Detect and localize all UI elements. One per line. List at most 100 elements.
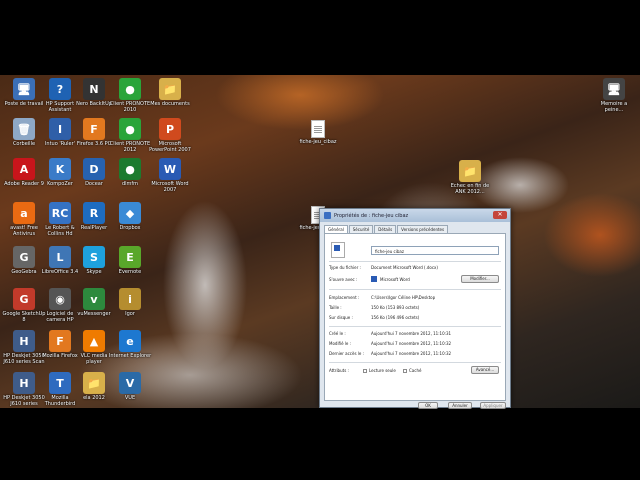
- app-icon: F: [83, 118, 105, 140]
- app-icon: G: [13, 246, 35, 268]
- app-icon: e: [119, 330, 141, 352]
- general-panel: fiche-jeu cibaz Type du fichier : Docume…: [324, 233, 506, 401]
- desktop-icon-label: Microsoft Word 2007: [151, 181, 189, 193]
- app-icon: 📁: [459, 160, 481, 182]
- app-icon: v: [83, 288, 105, 310]
- app-icon: ◆: [119, 202, 141, 224]
- hidden-checkbox[interactable]: Caché: [403, 368, 421, 373]
- app-icon: V: [119, 372, 141, 394]
- desktop-icon-label: fiche-jeu_cibaz: [299, 139, 337, 145]
- app-icon: ?: [49, 78, 71, 100]
- type-label: Type du fichier :: [329, 265, 361, 270]
- size-label: Taille :: [329, 305, 342, 310]
- word-app-icon: [371, 276, 377, 282]
- app-icon: 📁: [159, 78, 181, 100]
- desktop-icon[interactable]: 🖥 Memoire a peine...: [592, 78, 636, 113]
- size-value: 150 Ko (153 893 octets): [371, 305, 420, 310]
- close-button[interactable]: ✕: [493, 211, 507, 219]
- hidden-check-box[interactable]: [403, 369, 407, 373]
- document-file-icon: [311, 120, 325, 138]
- desktop-icon-label: Mes documents: [150, 101, 190, 107]
- desktop-icon[interactable]: fiche-jeu_cibaz: [296, 120, 340, 145]
- ok-button[interactable]: OK: [418, 402, 438, 409]
- desktop-icon-label: VUE: [124, 395, 136, 401]
- divider: [329, 326, 501, 327]
- app-icon: a: [13, 202, 35, 224]
- desktop-icon[interactable]: ◆ Dropbox: [108, 202, 152, 231]
- app-icon: H: [13, 330, 35, 352]
- desktop-icon[interactable]: ● Client PRONOTE 2010: [108, 78, 152, 113]
- app-icon: RC: [49, 202, 71, 224]
- modify-button[interactable]: Modifier...: [461, 275, 499, 283]
- app-icon: ◉: [49, 288, 71, 310]
- desktop-icon[interactable]: e Internet Explorer: [108, 330, 152, 359]
- desktop-icon[interactable]: W Microsoft Word 2007: [148, 158, 192, 193]
- desktop-icon[interactable]: 📁 Mes documents: [148, 78, 192, 107]
- disk-size-label: Sur disque :: [329, 315, 353, 320]
- accessed-value: Aujourd'hui 7 novembre 2012, 11:10:32: [371, 351, 452, 356]
- desktop-icon-label: Igor: [125, 311, 135, 317]
- desktop-icon-label: Client PRONOTE 2010: [109, 101, 151, 113]
- document-icon: [324, 212, 331, 219]
- word-file-icon: [331, 242, 345, 258]
- desktop-icon-label: Client PRONOTE 2012: [109, 141, 151, 153]
- app-icon: 🖥: [13, 78, 35, 100]
- file-name-field[interactable]: fiche-jeu cibaz: [371, 246, 499, 255]
- attributes-label: Attributs :: [329, 368, 349, 373]
- desktop-icon-label: Microsoft PowerPoint 2007: [149, 141, 191, 153]
- app-icon: I: [49, 118, 71, 140]
- dialog-title: Propriétés de : fiche-jeu cibaz: [334, 212, 409, 219]
- cancel-button[interactable]: Annuler: [448, 402, 472, 409]
- app-icon: P: [159, 118, 181, 140]
- app-icon: R: [83, 202, 105, 224]
- accessed-label: Dernier accès le :: [329, 351, 364, 356]
- desktop-icon-label: Internet Explorer: [108, 353, 152, 359]
- app-icon: 🗑: [13, 118, 35, 140]
- readonly-label: Lecture seule: [369, 368, 396, 373]
- created-label: Créé le :: [329, 331, 346, 336]
- app-icon: K: [49, 158, 71, 180]
- modified-value: Aujourd'hui 7 novembre 2012, 11:10:32: [371, 341, 452, 346]
- app-icon: ●: [119, 78, 141, 100]
- modified-label: Modifié le :: [329, 341, 351, 346]
- app-icon: F: [49, 330, 71, 352]
- desktop-icon[interactable]: 📁 Echec en fin de ANK 2012...: [448, 160, 492, 195]
- created-value: Aujourd'hui 7 novembre 2012, 11:10:31: [371, 331, 452, 336]
- app-icon: S: [83, 246, 105, 268]
- readonly-check-box[interactable]: [363, 369, 367, 373]
- app-icon: H: [13, 372, 35, 394]
- desktop-icon[interactable]: E Evernote: [108, 246, 152, 275]
- app-icon: i: [119, 288, 141, 310]
- readonly-checkbox[interactable]: Lecture seule: [363, 368, 396, 373]
- app-icon: 🖥: [603, 78, 625, 100]
- app-icon: N: [83, 78, 105, 100]
- divider: [329, 362, 501, 363]
- desktop-icon[interactable]: ● dlmfm: [108, 158, 152, 187]
- disk-size-value: 156 Ko (196 496 octets): [371, 315, 420, 320]
- open-with-value: Microsoft Word: [380, 277, 410, 282]
- app-icon: A: [13, 158, 35, 180]
- dialog-titlebar[interactable]: Propriétés de : fiche-jeu cibaz ✕: [320, 209, 510, 222]
- desktop-icon-label: Dropbox: [119, 225, 141, 231]
- desktop-icon[interactable]: i Igor: [108, 288, 152, 317]
- advanced-button[interactable]: Avancé...: [471, 366, 499, 374]
- divider: [329, 261, 501, 262]
- desktop-icon-label: Echec en fin de ANK 2012...: [450, 183, 490, 195]
- type-value: Document Microsoft Word (.docx): [371, 265, 438, 270]
- app-icon: ●: [119, 158, 141, 180]
- desktop-icon[interactable]: P Microsoft PowerPoint 2007: [148, 118, 192, 153]
- desktop-icon-label: Memoire a peine...: [600, 101, 628, 113]
- divider: [329, 289, 501, 290]
- location-label: Emplacement :: [329, 295, 360, 300]
- apply-button[interactable]: Appliquer: [480, 402, 506, 409]
- app-icon: T: [49, 372, 71, 394]
- desktop-icon[interactable]: V VUE: [108, 372, 152, 401]
- properties-dialog: Propriétés de : fiche-jeu cibaz ✕ Généra…: [319, 208, 511, 409]
- desktop-icon[interactable]: ● Client PRONOTE 2012: [108, 118, 152, 153]
- location-value: C:\Users\Igor Céline HP\Desktop: [371, 295, 436, 300]
- app-icon: W: [159, 158, 181, 180]
- app-icon: D: [83, 158, 105, 180]
- desktop-icon-label: dlmfm: [121, 181, 139, 187]
- app-icon: ●: [119, 118, 141, 140]
- app-icon: 📁: [83, 372, 105, 394]
